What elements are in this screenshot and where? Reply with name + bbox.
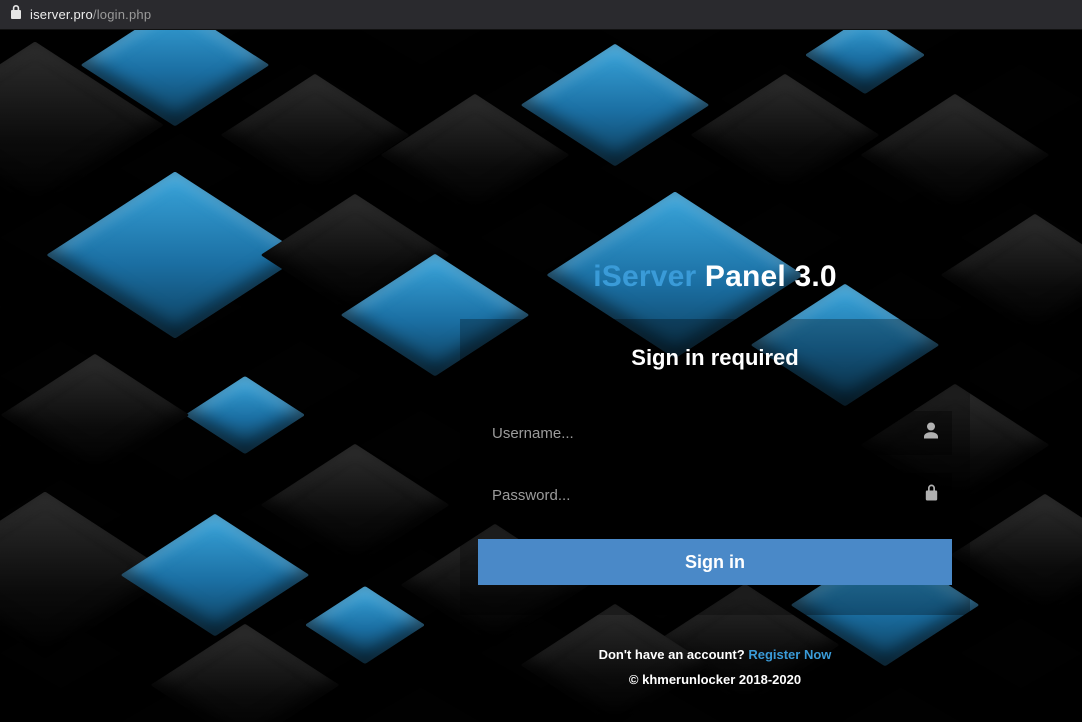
bg-cube bbox=[805, 30, 925, 94]
username-field-wrap bbox=[478, 411, 952, 455]
url-path: /login.php bbox=[93, 7, 151, 22]
username-input[interactable] bbox=[478, 411, 952, 455]
bg-cube bbox=[151, 624, 340, 722]
bg-cube bbox=[305, 586, 425, 664]
login-panel: iServer Panel 3.0 Sign in required Sign … bbox=[460, 260, 970, 692]
url-domain: iserver.pro bbox=[30, 7, 93, 22]
login-card: Sign in required Sign in bbox=[460, 319, 970, 615]
browser-address-bar: iserver.pro/login.php bbox=[0, 0, 1082, 30]
user-icon bbox=[924, 423, 938, 444]
bg-cube bbox=[691, 74, 880, 196]
bg-cube bbox=[1, 354, 190, 476]
register-prompt: Don't have an account? bbox=[599, 647, 749, 662]
lock-icon bbox=[10, 5, 22, 24]
bg-cube bbox=[221, 74, 410, 196]
sign-in-button[interactable]: Sign in bbox=[478, 539, 952, 585]
bg-cube bbox=[121, 514, 310, 636]
bg-cube bbox=[261, 444, 450, 566]
password-field-wrap bbox=[478, 473, 952, 517]
bg-cube bbox=[861, 94, 1050, 216]
url-text: iserver.pro/login.php bbox=[30, 7, 151, 22]
lock-icon bbox=[925, 485, 938, 506]
register-link[interactable]: Register Now bbox=[748, 647, 831, 662]
password-input[interactable] bbox=[478, 473, 952, 517]
bg-cube bbox=[951, 494, 1082, 616]
brand-accent: iServer bbox=[593, 260, 696, 293]
card-heading: Sign in required bbox=[478, 345, 952, 371]
bg-cube bbox=[185, 376, 305, 454]
brand-title: iServer Panel 3.0 bbox=[460, 260, 970, 294]
login-footer: Don't have an account? Register Now © kh… bbox=[460, 643, 970, 692]
copyright-text: © khmerunlocker 2018-2020 bbox=[460, 668, 970, 693]
page-background: iServer Panel 3.0 Sign in required Sign … bbox=[0, 30, 1082, 722]
brand-rest: Panel 3.0 bbox=[696, 260, 836, 293]
